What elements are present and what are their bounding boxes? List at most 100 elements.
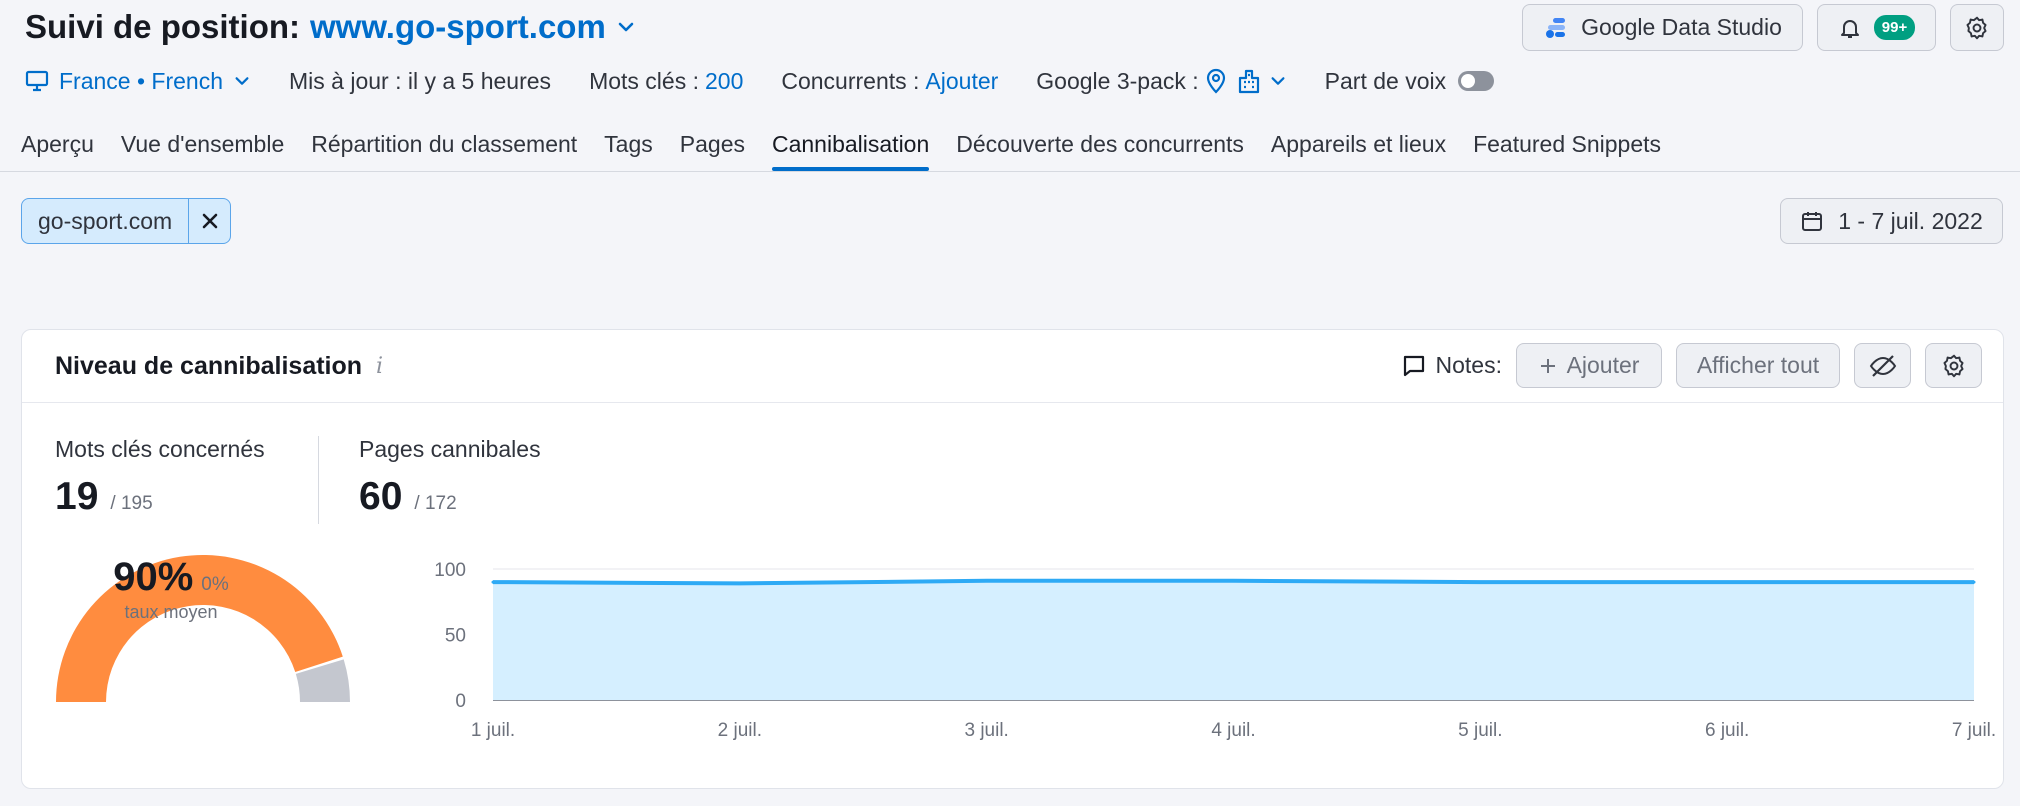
page-title-prefix: Suivi de position: [25, 8, 301, 45]
tabs-divider [0, 171, 2020, 172]
series-point[interactable] [1725, 580, 1729, 584]
settings-button[interactable] [1950, 4, 2004, 51]
add-competitors-link[interactable]: Ajouter [925, 68, 998, 95]
tab-vue-d-ensemble[interactable]: Vue d'ensemble [121, 131, 284, 171]
location-selector[interactable]: France • French [25, 68, 251, 95]
tab-featured-snippets[interactable]: Featured Snippets [1473, 131, 1661, 171]
x-tick-label: 2 juil. [718, 720, 762, 741]
tab-appareils-et-lieux[interactable]: Appareils et lieux [1271, 131, 1446, 171]
project-info-bar: France • French Mis à jour : il y a 5 he… [25, 64, 1532, 98]
header-actions: Google Data Studio 99+ [1522, 4, 2004, 51]
keywords-count-link[interactable]: 200 [705, 68, 743, 95]
building-icon [1238, 69, 1259, 94]
share-of-voice-toggle[interactable] [1458, 71, 1495, 91]
hide-notes-button[interactable] [1854, 343, 1911, 388]
y-tick-label: 0 [455, 691, 466, 712]
competitors-label: Concurrents : [781, 67, 920, 94]
card-title: Niveau de cannibalisation i [55, 352, 383, 381]
keywords-label: Mots clés : [589, 67, 699, 94]
close-icon [202, 213, 218, 229]
tab-pages[interactable]: Pages [680, 131, 745, 171]
date-range-label: 1 - 7 juil. 2022 [1838, 207, 1983, 234]
show-all-notes-button[interactable]: Afficher tout [1676, 343, 1840, 388]
gauge-percent: 90% [113, 555, 194, 599]
domain-filter-chip[interactable]: go-sport.com [21, 198, 232, 244]
add-note-button[interactable]: Ajouter [1516, 343, 1662, 388]
tab-apercu[interactable]: Aperçu [21, 131, 94, 171]
x-tick-label: 5 juil. [1458, 720, 1502, 741]
google-data-studio-label: Google Data Studio [1581, 14, 1782, 40]
domain-filter-label: go-sport.com [38, 207, 173, 234]
bell-icon [1840, 19, 1859, 38]
plus-icon [1540, 358, 1555, 373]
x-tick-label: 1 juil. [471, 720, 515, 741]
notes-label: Notes: [1402, 352, 1502, 379]
gear-icon [1942, 354, 1964, 377]
gauge-change: 0% [201, 574, 229, 595]
x-tick-label: 7 juil. [1952, 720, 1996, 741]
gauge-readout: 90% 0% taux moyen [86, 555, 256, 623]
chevron-down-icon [235, 77, 249, 85]
card-actions: Notes: Ajouter Afficher tout [1402, 343, 1982, 388]
date-range-picker[interactable]: 1 - 7 juil. 2022 [1780, 198, 2003, 244]
series-area [493, 580, 1974, 700]
y-tick-label: 50 [445, 626, 466, 647]
chevron-down-icon[interactable] [616, 17, 636, 37]
series-point[interactable] [491, 580, 495, 584]
page-title: Suivi de position: www.go-sport.com [25, 8, 636, 46]
notification-badge: 99+ [1873, 15, 1916, 40]
gauge-caption: taux moyen [124, 602, 218, 622]
cannibal-pages-metric: Pages cannibales 60 / 172 [359, 436, 541, 519]
report-tabs: Aperçu Vue d'ensemble Répartition du class… [21, 131, 1661, 171]
series-point[interactable] [1478, 580, 1482, 584]
card-settings-button[interactable] [1925, 343, 1982, 388]
info-icon[interactable]: i [376, 354, 383, 379]
data-studio-icon [1546, 17, 1566, 38]
eye-off-icon [1869, 354, 1896, 377]
gear-icon [1966, 16, 1987, 39]
chevron-down-icon [1271, 77, 1285, 85]
tab-decouverte-des-concurrents[interactable]: Découverte des concurrents [956, 131, 1244, 171]
card-title-text: Niveau de cannibalisation [55, 352, 363, 380]
keywords-affected-label: Mots clés concernés [55, 436, 265, 462]
series-point[interactable] [738, 581, 742, 585]
card-header: Niveau de cannibalisation i Notes: Ajout… [22, 330, 2003, 403]
updated-status: Mis à jour : il y a 5 heures [289, 67, 552, 94]
x-tick-label: 3 juil. [964, 720, 1008, 741]
cannibal-pages-number: 60 [359, 475, 403, 518]
keywords-affected-value: 19 / 195 [55, 475, 265, 519]
metric-divider [318, 436, 319, 524]
remove-filter-button[interactable] [188, 199, 230, 243]
cannibalization-area-chart: 0 50 100 1 juil. 2 juil. 3 juil. 4 juil. 5 juil… [434, 560, 1996, 741]
cannibal-pages-value: 60 / 172 [359, 475, 541, 519]
keywords-affected-total: / 195 [110, 493, 153, 514]
share-of-voice-label: Part de voix [1324, 67, 1447, 94]
keywords-affected-number: 19 [55, 475, 99, 518]
series-point[interactable] [985, 579, 989, 583]
x-tick-label: 4 juil. [1211, 720, 1255, 741]
notes-label-text: Notes: [1435, 352, 1502, 378]
notifications-button[interactable]: 99+ [1817, 4, 1936, 51]
map-pin-icon [1206, 68, 1225, 94]
google-3-pack[interactable]: Google 3-pack : [1036, 68, 1286, 95]
keywords-count: Mots clés : 200 [589, 68, 743, 95]
tab-tags[interactable]: Tags [604, 131, 653, 171]
keywords-affected-metric: Mots clés concernés 19 / 195 [55, 436, 265, 519]
location-label: France • French [59, 67, 223, 94]
y-tick-label: 100 [434, 560, 466, 581]
cannibal-pages-total: / 172 [414, 493, 457, 514]
google-data-studio-button[interactable]: Google Data Studio [1522, 4, 1803, 51]
calendar-icon [1802, 212, 1823, 231]
desktop-icon [25, 70, 49, 92]
series-point[interactable] [1972, 580, 1976, 584]
cannibal-pages-label: Pages cannibales [359, 436, 541, 462]
tab-repartition-du-classement[interactable]: Répartition du classement [311, 131, 577, 171]
tab-cannibalisation[interactable]: Cannibalisation [771, 131, 930, 171]
project-domain[interactable]: www.go-sport.com [310, 8, 606, 46]
x-tick-label: 6 juil. [1705, 720, 1749, 741]
cannibalization-card: Niveau de cannibalisation i Notes: Ajout… [21, 329, 2004, 789]
competitors: Concurrents : Ajouter [781, 68, 998, 95]
comment-icon [1403, 355, 1424, 376]
series-point[interactable] [1232, 579, 1235, 583]
share-of-voice: Part de voix [1324, 67, 1495, 95]
